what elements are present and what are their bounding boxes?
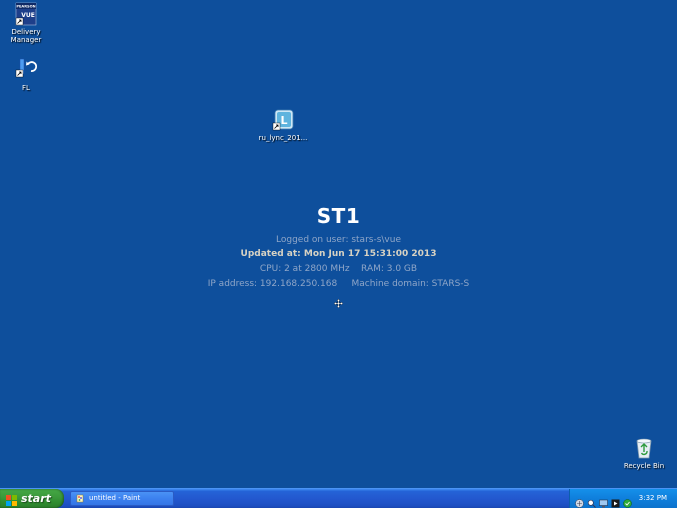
tray-media-icon[interactable]: [611, 493, 620, 508]
desktop: PEARSON VUE Delivery Manager FL L ru_lyn…: [0, 0, 677, 488]
lync-installer-icon: L: [271, 108, 295, 132]
network-info-text: IP address: 192.168.250.168 Machine doma…: [207, 279, 470, 289]
move-cursor-icon: [333, 293, 344, 309]
windows-flag-icon: [6, 493, 17, 506]
taskbar-item-label: untitled - Paint: [89, 494, 141, 502]
tray-network-icon[interactable]: [575, 493, 584, 508]
taskbar: start untitled - Paint 3:32 PM: [0, 488, 677, 508]
taskbar-item-paint[interactable]: untitled - Paint: [70, 491, 174, 506]
desktop-icon-label: FL: [22, 84, 30, 92]
desktop-icon-delivery-manager[interactable]: PEARSON VUE Delivery Manager: [0, 2, 56, 44]
tray-security-icon[interactable]: [623, 493, 632, 508]
system-tray: 3:32 PM: [569, 489, 677, 508]
vue-badge-text: VUE: [21, 12, 35, 19]
paint-icon: [76, 494, 85, 503]
hardware-info-text: CPU: 2 at 2800 MHz RAM: 3.0 GB: [259, 264, 418, 274]
desktop-icon-fl[interactable]: FL: [0, 58, 56, 92]
logged-on-user-text: Logged on user: stars-s\vue: [276, 235, 401, 245]
svg-text:L: L: [280, 114, 287, 127]
start-button[interactable]: start: [0, 489, 64, 508]
taskbar-clock[interactable]: 3:32 PM: [639, 489, 667, 508]
desktop-icon-label: Recycle Bin: [623, 462, 665, 470]
desktop-icon-label: Delivery Manager: [10, 28, 42, 44]
pearson-vue-icon: PEARSON VUE: [14, 2, 38, 26]
start-label: start: [21, 492, 51, 505]
tray-computer-icon[interactable]: [599, 493, 608, 508]
fl-shortcut-icon: [14, 58, 38, 82]
updated-at-text: Updated at: Mon Jun 17 15:31:00 2013: [240, 249, 437, 259]
desktop-icon-label: ru_lync_201...: [258, 134, 308, 142]
tray-search-icon[interactable]: [587, 493, 596, 508]
pearson-badge-text: PEARSON: [16, 5, 35, 9]
desktop-icon-recycle-bin[interactable]: Recycle Bin: [614, 436, 674, 470]
hostname-label: ST1: [316, 204, 361, 228]
recycle-bin-icon: [632, 436, 656, 460]
desktop-icon-ru-lync[interactable]: L ru_lync_201...: [253, 108, 313, 142]
